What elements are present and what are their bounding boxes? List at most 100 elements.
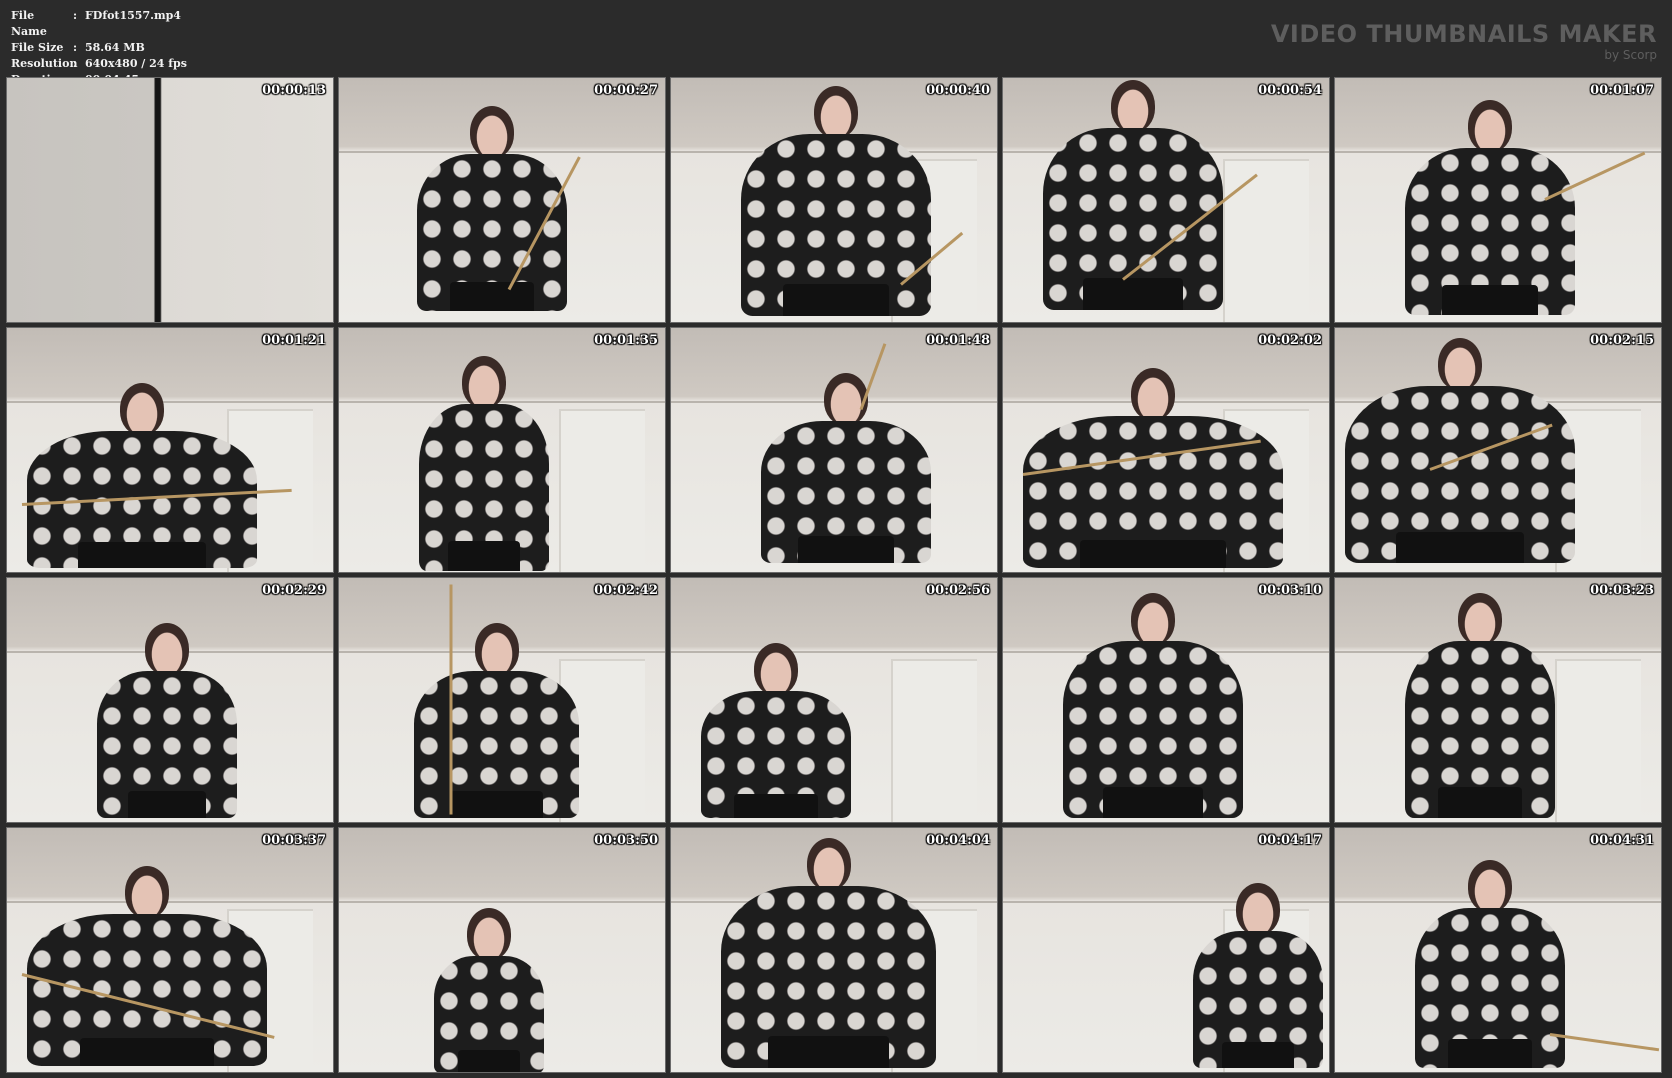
video-thumbnail[interactable]: 00:01:21 [6, 327, 334, 573]
leather-pants [450, 790, 543, 818]
thumbnail-timestamp: 00:03:23 [1590, 583, 1654, 598]
thumbnail-timestamp: 00:04:04 [926, 833, 990, 848]
leather-pants [127, 790, 207, 818]
cane-prop [1549, 1033, 1660, 1052]
video-thumbnail[interactable]: 00:00:54 [1002, 77, 1330, 323]
file-name-value: FDfot1557.mp4 [85, 9, 181, 22]
person-figure [27, 383, 257, 568]
person-figure [1063, 593, 1243, 818]
thumbnail-timestamp: 00:04:17 [1258, 833, 1322, 848]
wall-ceiling-edge [339, 901, 665, 904]
person-head [754, 643, 798, 695]
thumbnail-timestamp: 00:02:56 [926, 583, 990, 598]
thumbnail-timestamp: 00:00:13 [262, 83, 326, 98]
person-figure [97, 623, 237, 818]
thumbnail-timestamp: 00:01:07 [1590, 83, 1654, 98]
cane-prop [449, 584, 453, 815]
leather-pants [447, 540, 521, 571]
resolution-value: 640x480 / 24 fps [85, 57, 187, 70]
leather-pants [1448, 1038, 1532, 1068]
file-name-label: File Name [11, 9, 47, 38]
person-figure [701, 643, 851, 818]
video-thumbnail[interactable]: 00:01:07 [1334, 77, 1662, 323]
leather-pants [458, 1049, 520, 1072]
person-head [462, 356, 506, 408]
video-thumbnail[interactable]: 00:02:02 [1002, 327, 1330, 573]
thumbnail-timestamp: 00:02:42 [594, 583, 658, 598]
file-size-label: File Size [11, 41, 64, 54]
person-head [125, 866, 169, 918]
person-head [1236, 883, 1280, 935]
person-figure [1415, 860, 1565, 1068]
brand-title: VIDEO THUMBNAILS MAKER [1270, 20, 1657, 48]
person-figure [1405, 100, 1575, 315]
person-head [1458, 593, 1502, 645]
background-door [1222, 158, 1310, 322]
resolution-label: Resolution [11, 57, 78, 70]
background-door [1554, 658, 1642, 822]
person-head [824, 373, 868, 425]
person-figure [27, 866, 267, 1066]
thumbnail-timestamp: 00:02:02 [1258, 333, 1322, 348]
person-head [1131, 593, 1175, 645]
person-head [474, 623, 519, 675]
video-thumbnail[interactable]: 00:04:04 [670, 827, 998, 1073]
video-thumbnail[interactable]: 00:00:13 [6, 77, 334, 323]
thumbnail-timestamp: 00:02:15 [1590, 333, 1654, 348]
thumbnail-timestamp: 00:03:50 [594, 833, 658, 848]
video-thumbnail[interactable]: 00:04:31 [1334, 827, 1662, 1073]
person-head [145, 623, 189, 675]
person-figure [434, 908, 544, 1072]
thumbnail-timestamp: 00:03:10 [1258, 583, 1322, 598]
video-thumbnail[interactable]: 00:04:17 [1002, 827, 1330, 1073]
video-thumbnail[interactable]: 00:02:56 [670, 577, 998, 823]
file-size-value: 58.64 MB [85, 41, 145, 54]
leather-pants [782, 283, 890, 316]
person-figure [417, 106, 567, 311]
video-thumbnail[interactable]: 00:03:23 [1334, 577, 1662, 823]
person-head [470, 106, 514, 158]
leather-pants [79, 1038, 215, 1066]
brand-watermark: VIDEO THUMBNAILS MAKER by Scorp [1271, 20, 1657, 61]
leather-pants [1080, 540, 1226, 568]
person-figure [761, 373, 931, 563]
video-thumbnail[interactable]: 00:03:10 [1002, 577, 1330, 823]
person-head [467, 908, 511, 960]
person-head [814, 86, 858, 138]
leather-pants [1102, 786, 1204, 818]
video-thumbnail[interactable]: 00:02:15 [1334, 327, 1662, 573]
file-name-row: File Name : FDfot1557.mp4 [11, 8, 187, 40]
leather-pants [450, 282, 534, 311]
file-info-panel: File Name : FDfot1557.mp4 File Size : 58… [11, 8, 187, 88]
person-head [1111, 80, 1155, 132]
video-thumbnail[interactable]: 00:02:42 [338, 577, 666, 823]
thumbnail-timestamp: 00:00:27 [594, 83, 658, 98]
person-head [120, 383, 164, 435]
video-thumbnail[interactable]: 00:00:40 [670, 77, 998, 323]
resolution-row: Resolution : 640x480 / 24 fps [11, 56, 187, 72]
thumbnail-timestamp: 00:01:21 [262, 333, 326, 348]
leather-pants [1395, 531, 1525, 563]
person-figure [1043, 80, 1223, 310]
person-figure [419, 356, 549, 571]
thumbnail-timestamp: 00:01:48 [926, 333, 990, 348]
thumbnail-timestamp: 00:00:54 [1258, 83, 1322, 98]
thumbnail-timestamp: 00:04:31 [1590, 833, 1654, 848]
thumbnail-timestamp: 00:01:35 [594, 333, 658, 348]
thumbnail-timestamp: 00:00:40 [926, 83, 990, 98]
video-thumbnail[interactable]: 00:00:27 [338, 77, 666, 323]
video-thumbnail[interactable]: 00:01:35 [338, 327, 666, 573]
leather-pants [768, 1035, 889, 1068]
video-thumbnail[interactable]: 00:02:29 [6, 577, 334, 823]
video-thumbnail[interactable]: 00:03:37 [6, 827, 334, 1073]
leather-pants [1442, 284, 1538, 315]
leather-pants [798, 536, 894, 563]
leather-pants [1438, 786, 1522, 818]
video-thumbnail[interactable]: 00:03:50 [338, 827, 666, 1073]
thumbnail-grid: 00:00:13 00:00:27 00:00:40 00:00:54 00:01:07… [6, 77, 1662, 1073]
leather-pants [1221, 1042, 1295, 1068]
person-figure [721, 838, 936, 1068]
person-figure [1405, 593, 1555, 818]
video-thumbnail[interactable]: 00:01:48 [670, 327, 998, 573]
brand-subtitle: by Scorp [1604, 48, 1657, 62]
